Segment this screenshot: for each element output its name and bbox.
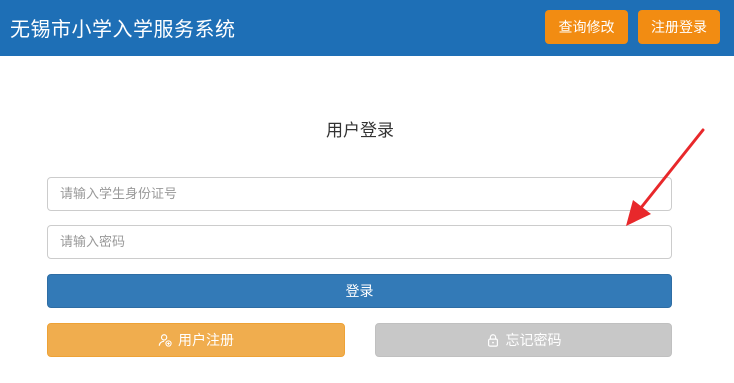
top-header: 无锡市小学入学服务系统 查询修改 注册登录 <box>0 0 734 56</box>
user-register-label: 用户注册 <box>178 333 234 349</box>
password-input[interactable] <box>47 225 672 259</box>
query-modify-button[interactable]: 查询修改 <box>545 10 628 44</box>
student-id-input[interactable] <box>47 177 672 211</box>
forgot-password-button[interactable]: 忘记密码 <box>375 323 672 357</box>
login-button[interactable]: 登录 <box>47 274 672 308</box>
user-add-icon <box>158 334 172 347</box>
app-title: 无锡市小学入学服务系统 <box>10 17 236 41</box>
user-register-button[interactable]: 用户注册 <box>47 323 345 357</box>
lock-icon <box>487 334 498 347</box>
register-login-button[interactable]: 注册登录 <box>638 10 720 44</box>
login-title: 用户登录 <box>326 121 394 141</box>
forgot-password-label: 忘记密码 <box>505 333 562 349</box>
